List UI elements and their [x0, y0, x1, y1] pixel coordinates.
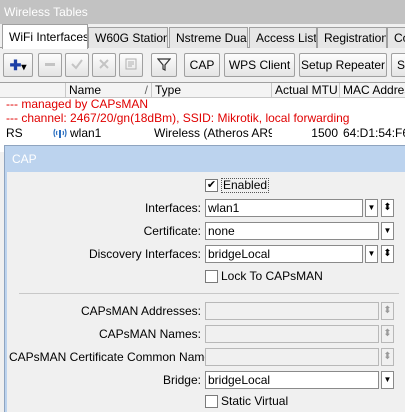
enabled-checkbox[interactable]: ✔ [205, 179, 218, 192]
scanner-button[interactable]: S [391, 53, 405, 77]
capsman-cert-names-field[interactable] [205, 348, 379, 366]
table-header: Name / Type Actual MTU MAC Address [0, 83, 405, 98]
check-icon [71, 59, 83, 70]
cross-icon [99, 59, 109, 69]
filter-button[interactable] [151, 53, 177, 77]
capsman-cert-names-label: CAPsMAN Certificate Common Names: [9, 350, 221, 364]
checkmark-icon: ✔ [206, 179, 217, 191]
wifi-interfaces-table: Name / Type Actual MTU MAC Address --- m… [0, 82, 405, 152]
tab-w60g-station[interactable]: W60G Station [88, 27, 168, 48]
column-flags[interactable] [0, 83, 66, 98]
column-type[interactable]: Type [152, 83, 272, 98]
row-type: Wireless (Atheros AR9... [154, 126, 272, 140]
capsman-names-field[interactable] [205, 325, 379, 343]
tab-wifi-interfaces[interactable]: WiFi Interfaces [2, 24, 88, 49]
static-virtual-label: Static Virtual [221, 394, 289, 408]
filter-icon [156, 58, 172, 71]
dialog-title[interactable]: CAP [5, 146, 405, 172]
capsman-addresses-label: CAPsMAN Addresses: [80, 304, 201, 318]
interfaces-updown-icon[interactable]: ⬍ [381, 199, 394, 217]
disable-button[interactable] [92, 53, 116, 77]
lock-to-capsman-checkbox[interactable] [205, 270, 218, 283]
tab-access-list[interactable]: Access List [249, 27, 317, 48]
certificate-label: Certificate: [143, 224, 201, 238]
column-name-label: Name [69, 83, 102, 97]
discovery-interfaces-label: Discovery Interfaces: [88, 247, 201, 261]
add-button[interactable]: ✚▾ [3, 53, 33, 77]
interfaces-dropdown-icon[interactable]: ▼ [365, 199, 378, 217]
static-virtual-checkbox[interactable] [205, 395, 218, 408]
cap-dialog: CAP ✔ Enabled Interfaces: wlan1 ▼ ⬍ Cert… [4, 145, 405, 412]
tab-registration[interactable]: Registration [317, 27, 387, 48]
table-row[interactable]: RS wlan1 Wireless (Atheros AR9... 1500 6… [0, 126, 405, 140]
setup-repeater-button[interactable]: Setup Repeater [299, 53, 387, 77]
separator [19, 293, 399, 294]
enable-button[interactable] [65, 53, 89, 77]
bridge-field[interactable]: bridgeLocal [205, 371, 379, 389]
interfaces-label: Interfaces: [144, 201, 201, 215]
row-mac: 64:D1:54:F6: [343, 126, 405, 140]
plus-icon: ✚ [9, 57, 22, 73]
capsman-cert-names-updown-icon[interactable]: ⬍ [381, 348, 394, 366]
tab-bar: WiFi Interfaces W60G Station Nstreme Dua… [0, 24, 405, 49]
toolbar: ✚▾ CAP WPS Client Setup Repeater S [0, 48, 405, 82]
interfaces-field[interactable]: wlan1 [205, 199, 363, 217]
bridge-dropdown-icon[interactable]: ▼ [381, 371, 394, 389]
tab-nstreme-dual[interactable]: Nstreme Dual [169, 27, 248, 48]
wireless-interface-icon [53, 126, 69, 140]
tab-connect-list[interactable]: Co [387, 27, 405, 48]
chevron-down-icon: ▾ [21, 62, 27, 73]
discovery-updown-icon[interactable]: ⬍ [381, 245, 394, 263]
discovery-dropdown-icon[interactable]: ▼ [365, 245, 378, 263]
minus-icon [45, 63, 55, 66]
column-mac-address[interactable]: MAC Address [340, 83, 405, 98]
cap-button[interactable]: CAP [184, 53, 220, 77]
capsman-names-label: CAPsMAN Names: [98, 327, 201, 341]
sort-icon: / [144, 83, 148, 97]
discovery-interfaces-field[interactable]: bridgeLocal [205, 245, 363, 263]
certificate-field[interactable]: none [205, 222, 379, 240]
remove-button[interactable] [38, 53, 62, 77]
row-comment-managed: --- managed by CAPsMAN [6, 97, 149, 111]
lock-to-capsman-label: Lock To CAPsMAN [221, 269, 323, 283]
capsman-addresses-updown-icon[interactable]: ⬍ [381, 302, 394, 320]
row-name: wlan1 [70, 126, 102, 140]
column-name[interactable]: Name / [66, 83, 152, 98]
window-title: Wireless Tables [0, 0, 405, 24]
column-actual-mtu[interactable]: Actual MTU [272, 83, 340, 98]
row-mtu: 1500 [311, 126, 338, 140]
bridge-label: Bridge: [162, 373, 201, 387]
row-comment-channel: --- channel: 2467/20/gn(18dBm), SSID: Mi… [6, 111, 350, 125]
note-icon [125, 58, 137, 70]
certificate-dropdown-icon[interactable]: ▼ [381, 222, 394, 240]
capsman-names-updown-icon[interactable]: ⬍ [381, 325, 394, 343]
comment-button[interactable] [119, 53, 143, 77]
row-flags: RS [6, 126, 23, 140]
enabled-label: Enabled [221, 178, 270, 193]
dialog-body: ✔ Enabled Interfaces: wlan1 ▼ ⬍ Certific… [5, 172, 405, 412]
capsman-addresses-field[interactable] [205, 302, 379, 320]
wps-client-button[interactable]: WPS Client [224, 53, 295, 77]
